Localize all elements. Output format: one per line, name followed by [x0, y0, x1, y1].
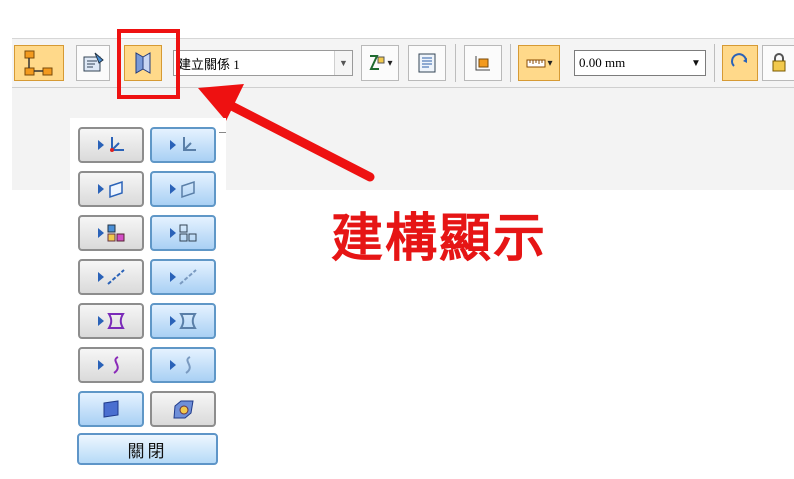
line-toggle-on[interactable]	[150, 259, 216, 295]
properties-icon	[81, 51, 105, 75]
highlight-box	[117, 29, 180, 99]
relationship-type-icon	[367, 52, 387, 74]
coordinate-system-toggle-off[interactable]	[78, 127, 144, 163]
relation-name-value: 建立關係 1	[178, 56, 240, 72]
coordinate-system-icon	[166, 134, 200, 156]
plane-toggle-on[interactable]	[150, 171, 216, 207]
measure-icon	[525, 52, 547, 74]
toolbar-separator	[510, 44, 511, 82]
plane-icon	[94, 178, 128, 200]
lock-button[interactable]	[762, 45, 794, 81]
part-view-icon	[166, 398, 200, 420]
line-icon	[166, 266, 200, 288]
list-button[interactable]	[408, 45, 446, 81]
plane-toggle-off[interactable]	[78, 171, 144, 207]
toolbar-separator	[455, 44, 456, 82]
line-icon	[94, 266, 128, 288]
lock-icon	[769, 52, 789, 74]
redo-button[interactable]	[722, 45, 758, 81]
sketch-icon	[94, 310, 128, 332]
chevron-down-icon[interactable]: ▾	[547, 58, 552, 69]
curve-icon	[94, 354, 128, 376]
redo-icon	[729, 52, 751, 74]
surface-icon	[94, 398, 128, 420]
distance-combo[interactable]: 0.00 mm ▼	[574, 50, 706, 76]
feature-icon	[166, 222, 200, 244]
feature-icon	[94, 222, 128, 244]
feature-toggle-on[interactable]	[150, 215, 216, 251]
chevron-down-icon[interactable]: ▼	[334, 51, 352, 75]
relationship-type-button[interactable]: ▾	[361, 45, 399, 81]
chevron-down-icon[interactable]: ▼	[687, 51, 705, 75]
curve-toggle-on[interactable]	[150, 347, 216, 383]
panel-divider	[219, 132, 226, 133]
sketch-toggle-on[interactable]	[150, 303, 216, 339]
part-button[interactable]	[464, 45, 502, 81]
properties-button[interactable]	[76, 45, 110, 81]
toolbar-separator	[714, 44, 715, 82]
part-view-toggle[interactable]	[150, 391, 216, 427]
coordinate-system-toggle-on[interactable]	[150, 127, 216, 163]
line-toggle-off[interactable]	[78, 259, 144, 295]
sketch-toggle-off[interactable]	[78, 303, 144, 339]
curve-icon	[166, 354, 200, 376]
chevron-down-icon[interactable]: ▾	[387, 58, 392, 69]
relation-name-combo[interactable]: 建立關係 1 ▼	[173, 50, 353, 76]
list-icon	[416, 52, 438, 74]
measure-button[interactable]: ▾	[518, 45, 560, 81]
feature-toggle-off[interactable]	[78, 215, 144, 251]
annotation-callout: 建構顯示	[331, 209, 548, 269]
distance-value: 0.00 mm	[579, 55, 626, 70]
assembly-tree-icon	[22, 48, 56, 78]
surface-toggle[interactable]	[78, 391, 144, 427]
sketch-icon	[166, 310, 200, 332]
close-button[interactable]: 關閉	[77, 433, 218, 465]
curve-toggle-off[interactable]	[78, 347, 144, 383]
coordinate-system-icon	[94, 134, 128, 156]
part-icon	[472, 52, 494, 74]
plane-icon	[166, 178, 200, 200]
assembly-tree-button[interactable]	[14, 45, 64, 81]
